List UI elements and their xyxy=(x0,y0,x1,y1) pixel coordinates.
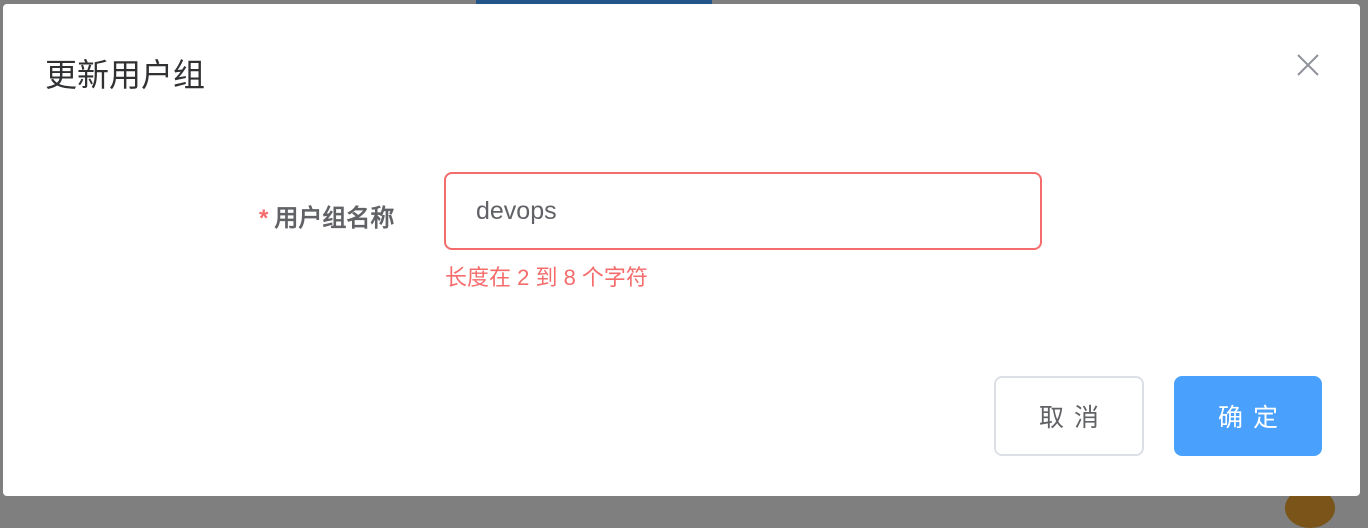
required-mark: * xyxy=(259,205,269,232)
group-name-input[interactable] xyxy=(444,172,1042,250)
group-name-label-text: 用户组名称 xyxy=(274,205,395,232)
dialog-title: 更新用户组 xyxy=(45,57,206,93)
group-name-label: * 用户组名称 xyxy=(259,198,394,233)
validation-error: 长度在 2 到 8 个字符 xyxy=(445,265,648,290)
close-icon[interactable] xyxy=(1293,50,1323,80)
cancel-button[interactable]: 取消 xyxy=(994,376,1144,456)
confirm-button[interactable]: 确定 xyxy=(1174,376,1322,456)
update-group-dialog: 更新用户组 *用户组名称 长度在 2 到 8 个字符 取消 确定 xyxy=(3,4,1360,496)
